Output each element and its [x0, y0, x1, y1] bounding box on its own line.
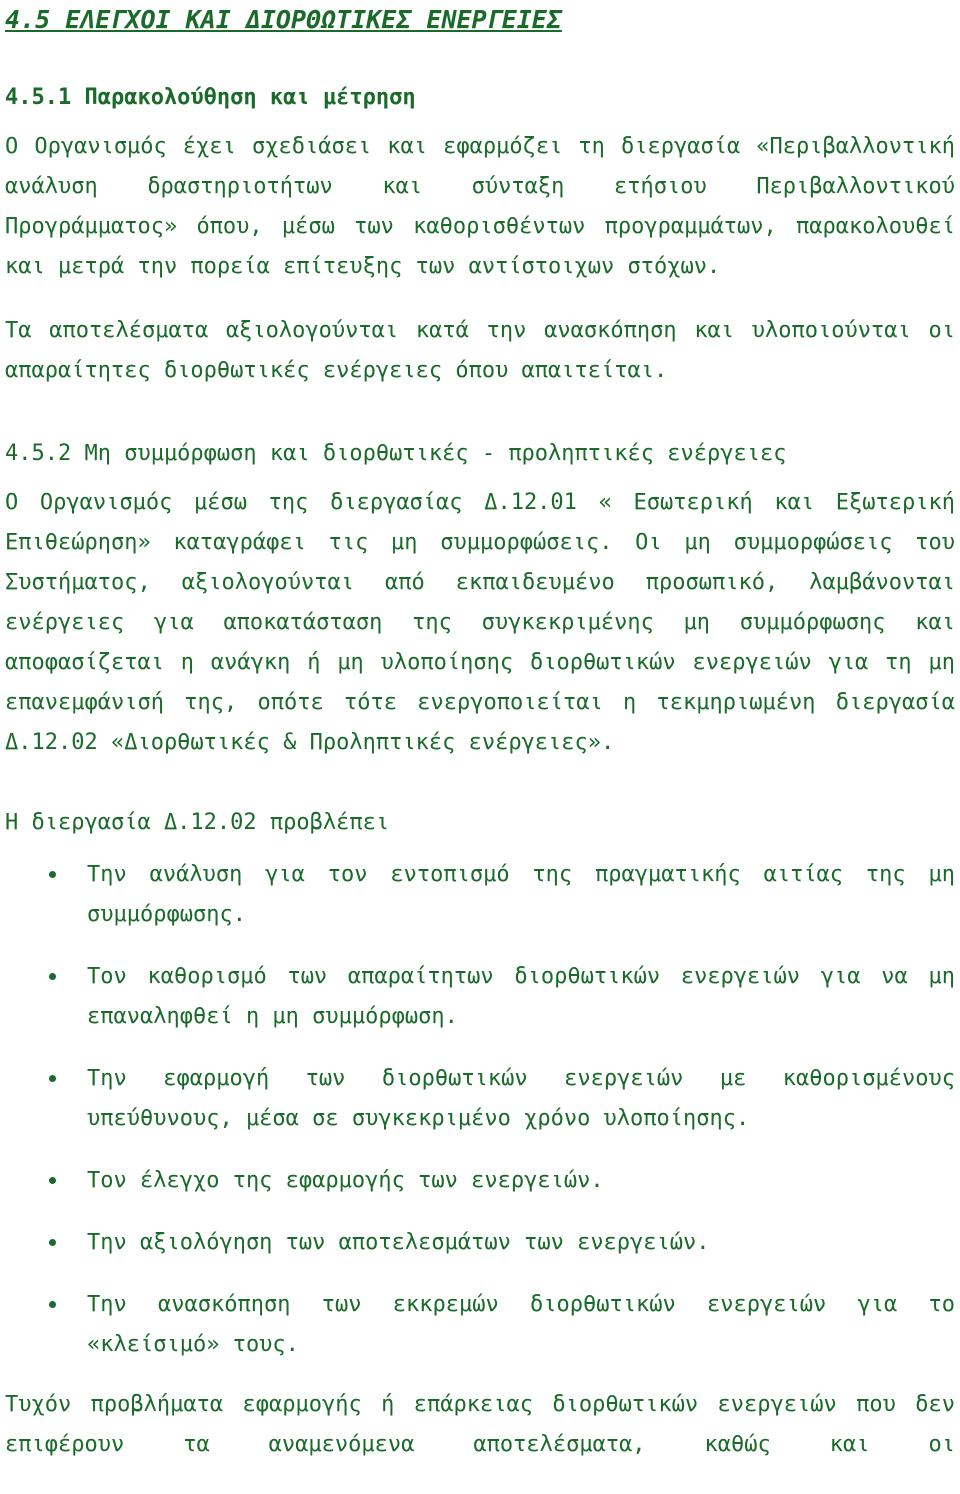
- list-item-label: Τον καθορισμό των απαραίτητων διορθωτικώ…: [87, 964, 955, 1029]
- bullet-icon: [49, 1301, 56, 1308]
- list-item-label: Την αξιολόγηση των αποτελεσμάτων των ενε…: [87, 1230, 710, 1255]
- paragraph-4-5-1-1: Ο Οργανισμός έχει σχεδιάσει και εφαρμόζε…: [5, 134, 955, 279]
- list-item: Την εφαρμογή των διορθωτικών ενεργειών μ…: [5, 1059, 955, 1139]
- bullet-icon: [49, 871, 56, 878]
- list-item: Τον έλεγχο της εφαρμογής των ενεργειών.: [5, 1161, 955, 1201]
- list-item-label: Την ανάλυση για τον εντοπισμό της πραγμα…: [87, 862, 955, 927]
- heading-4-5-2: 4.5.2 Μη συμμόρφωση και διορθωτικές - πρ…: [5, 441, 787, 466]
- document-body: 4.5 ΕΛΕΓΧΟΙ ΚΑΙ ΔΙΟΡΘΩΤΙΚΕΣ ΕΝΕΡΓΕΙΕΣ 4.…: [0, 0, 960, 1465]
- bullet-icon: [49, 1075, 56, 1082]
- page-title: 4.5 ΕΛΕΓΧΟΙ ΚΑΙ ΔΙΟΡΘΩΤΙΚΕΣ ΕΝΕΡΓΕΙΕΣ: [5, 5, 562, 34]
- list-item: Τον καθορισμό των απαραίτητων διορθωτικώ…: [5, 957, 955, 1037]
- list-intro-text: Η διεργασία Δ.12.02 προβλέπει: [5, 810, 390, 835]
- list-item-label: Τον έλεγχο της εφαρμογής των ενεργειών.: [87, 1168, 604, 1193]
- corrective-actions-list: Την ανάλυση για τον εντοπισμό της πραγμα…: [5, 855, 955, 1365]
- heading-4-5-1: 4.5.1 Παρακολούθηση και μέτρηση: [5, 85, 416, 110]
- list-item: Την ανάλυση για τον εντοπισμό της πραγμα…: [5, 855, 955, 935]
- bullet-icon: [49, 973, 56, 980]
- list-item: Την ανασκόπηση των εκκρεμών διορθωτικών …: [5, 1285, 955, 1365]
- list-item-label: Την ανασκόπηση των εκκρεμών διορθωτικών …: [87, 1292, 955, 1357]
- paragraph-4-5-2-1: Ο Οργανισμός μέσω της διεργασίας Δ.12.01…: [5, 490, 955, 755]
- list-item-label: Την εφαρμογή των διορθωτικών ενεργειών μ…: [87, 1066, 955, 1131]
- paragraph-4-5-1-2: Τα αποτελέσματα αξιολογούνται κατά την α…: [5, 318, 955, 383]
- document-page: 4.5 ΕΛΕΓΧΟΙ ΚΑΙ ΔΙΟΡΘΩΤΙΚΕΣ ΕΝΕΡΓΕΙΕΣ 4.…: [0, 0, 960, 1494]
- bullet-icon: [49, 1239, 56, 1246]
- bullet-icon: [49, 1177, 56, 1184]
- list-item: Την αξιολόγηση των αποτελεσμάτων των ενε…: [5, 1223, 955, 1263]
- closing-paragraph: Τυχόν προβλήματα εφαρμογής ή επάρκειας δ…: [5, 1392, 955, 1457]
